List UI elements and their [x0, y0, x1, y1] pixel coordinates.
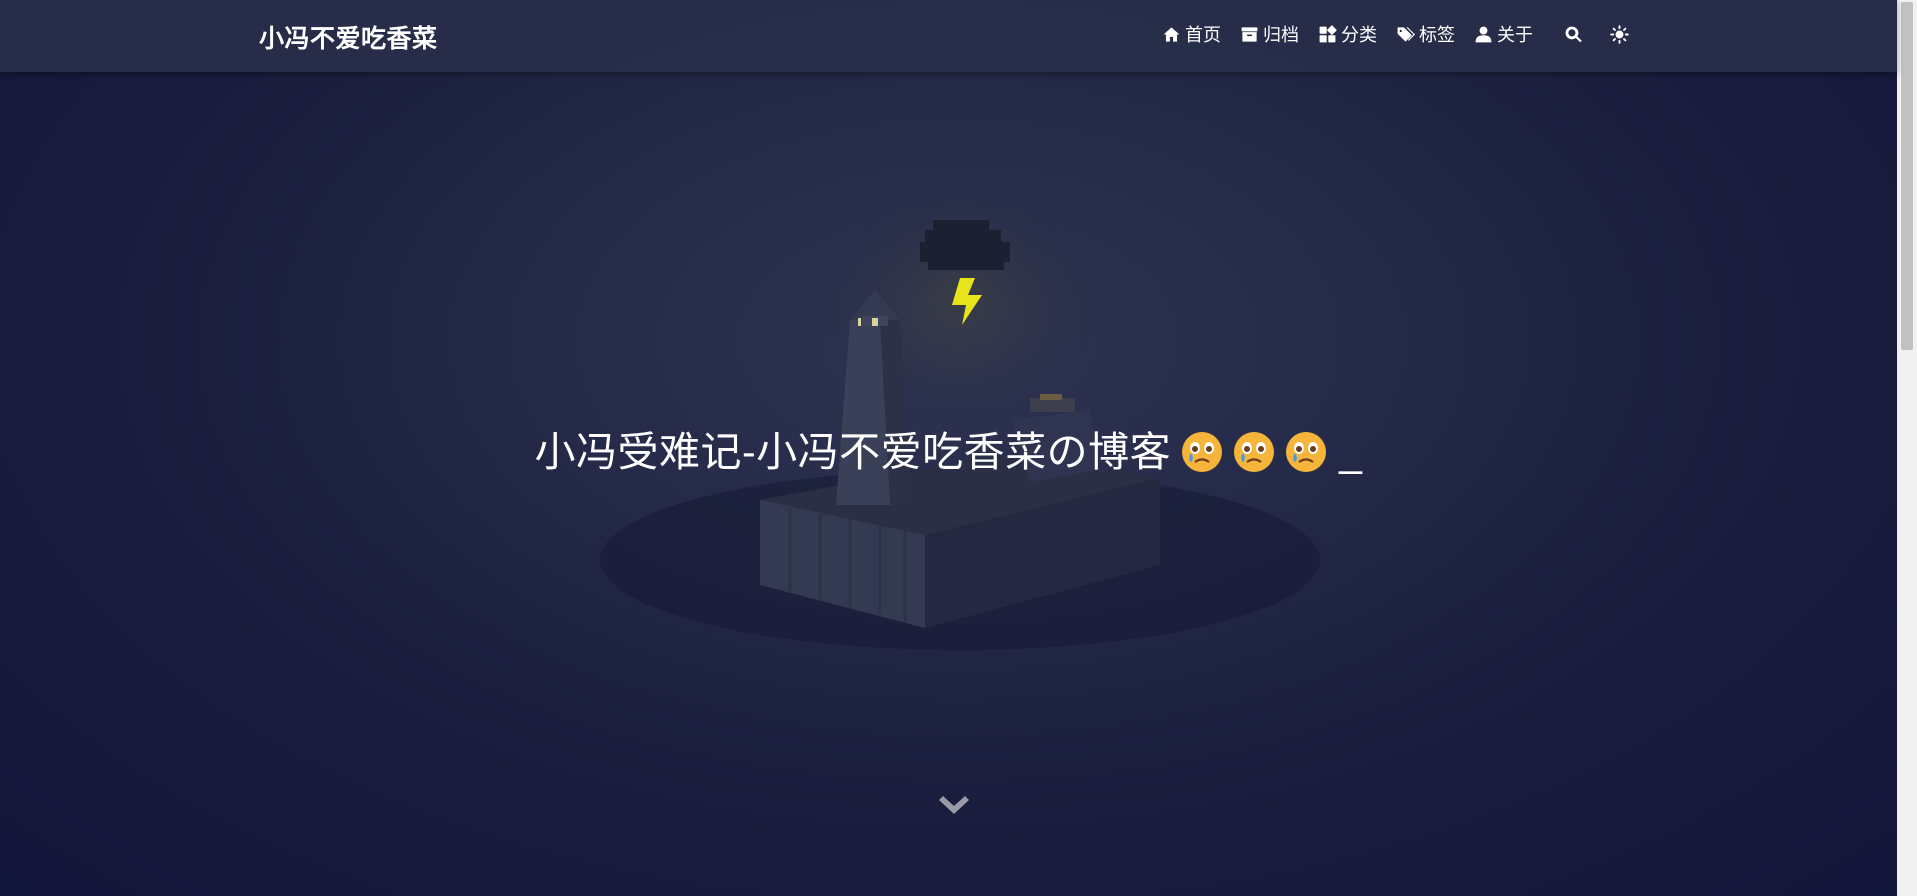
search-icon: [1565, 26, 1582, 42]
user-icon: [1475, 26, 1492, 42]
scrollbar-thumb[interactable]: [1901, 2, 1913, 350]
scroll-down-button[interactable]: [937, 794, 971, 818]
nav-item-label: 首页: [1185, 25, 1221, 45]
crying-face-emoji-icon: [1182, 432, 1223, 472]
top-navbar: 小冯不爱吃香菜 首页 归档 分类 标签 关于: [0, 0, 1897, 72]
home-icon: [1163, 26, 1180, 42]
nav-item-archive[interactable]: 归档: [1240, 21, 1299, 47]
theme-toggle-button[interactable]: [1606, 21, 1632, 47]
archive-icon: [1241, 26, 1258, 42]
nav-item-home[interactable]: 首页: [1162, 21, 1221, 47]
nav-item-label: 标签: [1419, 25, 1455, 45]
nav-item-label: 分类: [1341, 25, 1377, 45]
nav-menu: 首页 归档 分类 标签 关于: [1162, 20, 1644, 48]
search-button[interactable]: [1560, 21, 1586, 47]
sun-icon: [1609, 24, 1629, 44]
page: 小冯不爱吃香菜 首页 归档 分类 标签 关于 小冯受难记-小冯不爱吃香菜の博客 …: [0, 0, 1917, 896]
nav-item-label: 归档: [1263, 25, 1299, 45]
nav-item-tags[interactable]: 标签: [1396, 21, 1455, 47]
nav-item-categories[interactable]: 分类: [1318, 21, 1377, 47]
tags-icon: [1397, 26, 1415, 42]
chevron-down-icon: [939, 796, 969, 814]
crying-face-emoji-icon: [1234, 432, 1275, 472]
crying-face-emoji-icon: [1286, 432, 1327, 472]
nav-item-label: 关于: [1497, 25, 1533, 45]
category-icon: [1319, 24, 1337, 42]
site-brand[interactable]: 小冯不爱吃香菜: [259, 19, 438, 55]
page-scrollbar[interactable]: [1897, 0, 1917, 896]
hero-title: 小冯受难记-小冯不爱吃香菜の博客 _: [0, 418, 1897, 478]
typing-cursor: _: [1339, 429, 1363, 475]
hero-title-text: 小冯受难记-小冯不爱吃香菜の博客: [534, 429, 1172, 475]
nav-item-about[interactable]: 关于: [1474, 21, 1533, 47]
